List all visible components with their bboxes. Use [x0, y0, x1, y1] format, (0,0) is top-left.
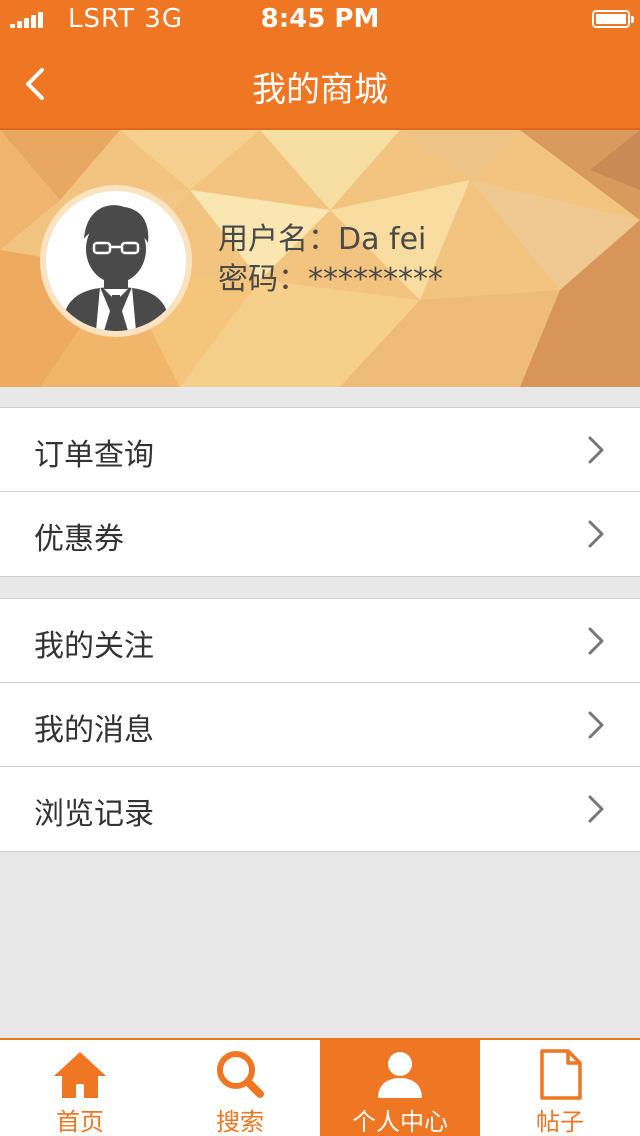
user-info: 用户名：Da fei 密码：********* [218, 220, 443, 300]
status-time: 8:45 PM [260, 4, 380, 34]
menu-item-history[interactable]: 浏览记录 [0, 767, 640, 851]
menu-group-orders: 订单查询 优惠券 [0, 407, 640, 577]
menu-item-label: 浏览记录 [34, 797, 154, 832]
chevron-right-icon [588, 520, 604, 548]
user-avatar-icon [62, 205, 170, 331]
profile-header: 用户名：Da fei 密码：********* [0, 130, 640, 387]
nav-bar: 我的商城 [0, 40, 640, 130]
tab-label: 个人中心 [352, 1108, 448, 1136]
page-title: 我的商城 [252, 70, 388, 110]
chevron-right-icon [588, 627, 604, 655]
tab-search[interactable]: 搜索 [160, 1040, 320, 1136]
person-icon [378, 1052, 422, 1098]
menu-item-following[interactable]: 我的关注 [0, 599, 640, 683]
menu-item-order-lookup[interactable]: 订单查询 [0, 408, 640, 492]
tab-label: 帖子 [536, 1108, 584, 1136]
search-icon [217, 1051, 264, 1098]
chevron-right-icon [588, 711, 604, 739]
status-bar: LSRT 3G 8:45 PM [0, 0, 640, 40]
document-icon [540, 1049, 582, 1100]
menu-item-label: 我的关注 [34, 629, 154, 664]
chevron-right-icon [588, 795, 604, 823]
tab-profile[interactable]: 个人中心 [320, 1040, 480, 1136]
username-text: 用户名：Da fei [218, 222, 427, 257]
tab-label: 搜索 [216, 1108, 264, 1136]
tab-label: 首页 [56, 1108, 104, 1136]
home-icon [54, 1052, 106, 1098]
tab-bar: 首页 搜索 个人中心 帖子 [0, 1038, 640, 1136]
avatar[interactable] [40, 185, 192, 337]
menu-item-label: 订单查询 [34, 438, 154, 473]
menu-item-messages[interactable]: 我的消息 [0, 683, 640, 767]
menu-item-label: 优惠券 [34, 522, 124, 557]
chevron-right-icon [588, 436, 604, 464]
battery-icon [592, 10, 634, 28]
menu-group-activity: 我的关注 我的消息 浏览记录 [0, 598, 640, 852]
menu-item-label: 我的消息 [34, 713, 154, 748]
tab-home[interactable]: 首页 [0, 1040, 160, 1136]
password-text: 密码：********* [218, 262, 443, 297]
tab-posts[interactable]: 帖子 [480, 1040, 640, 1136]
menu-item-coupons[interactable]: 优惠券 [0, 492, 640, 576]
